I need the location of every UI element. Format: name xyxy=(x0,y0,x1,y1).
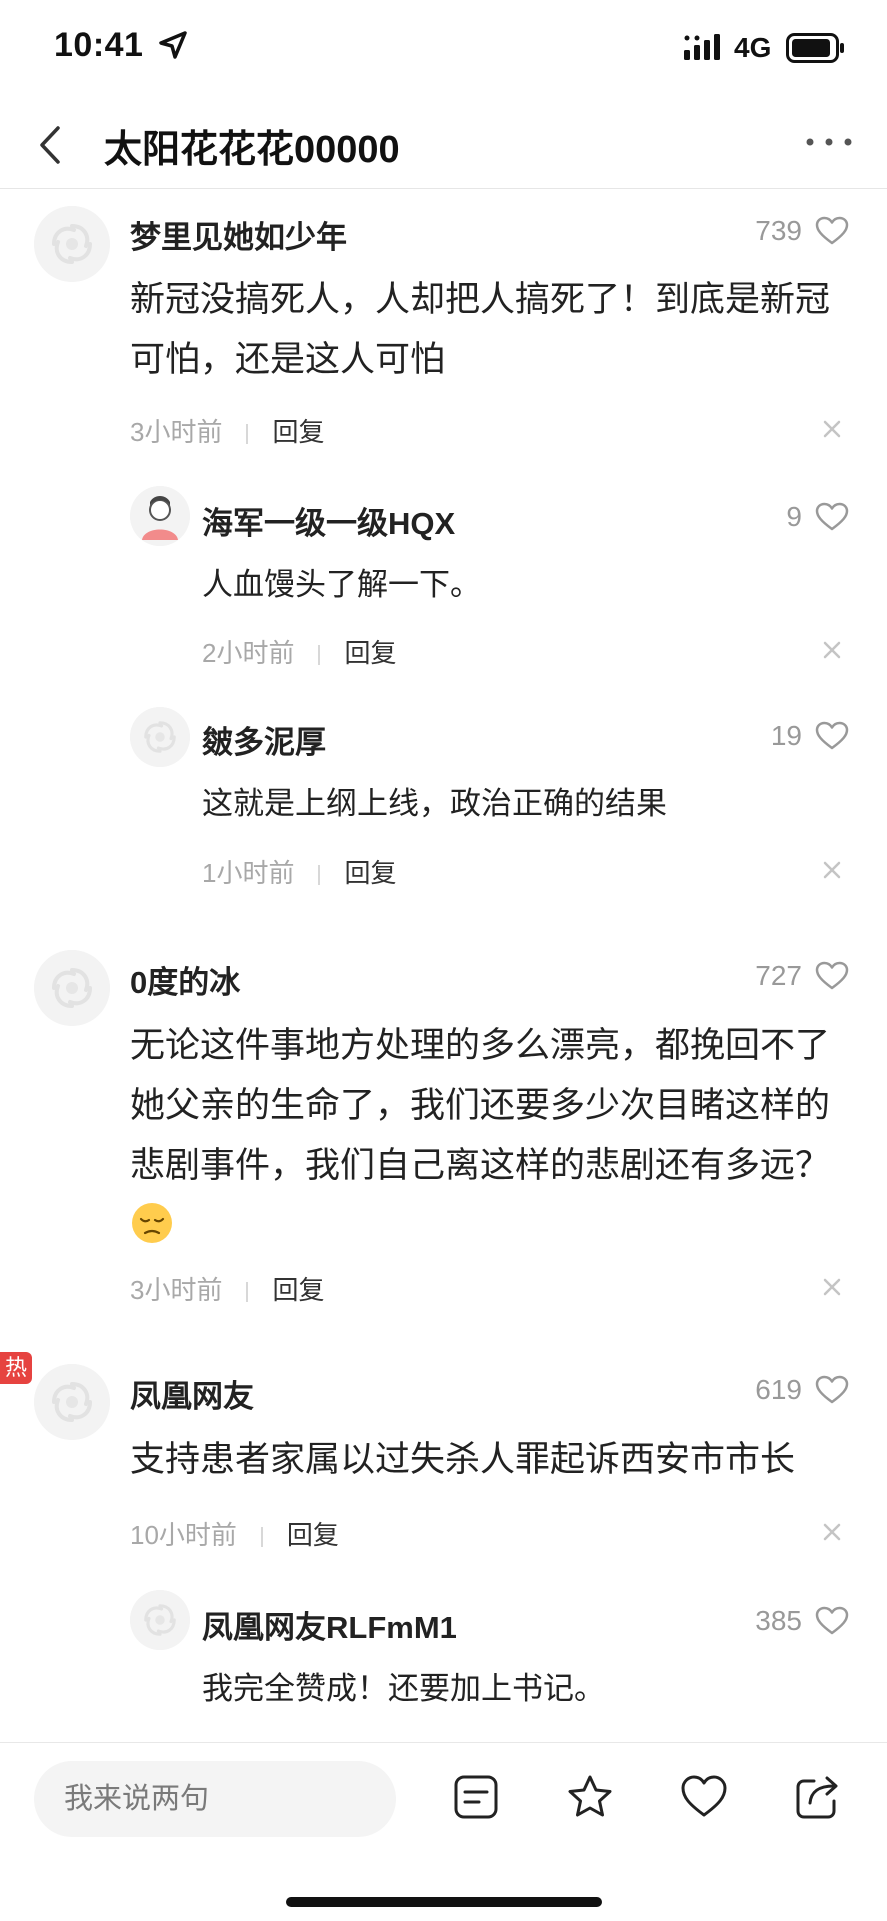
like-heart-icon[interactable] xyxy=(815,1375,849,1405)
network-type: 4G xyxy=(734,32,772,63)
comment-time: 3小时前 xyxy=(130,1275,223,1305)
like-heart-icon[interactable] xyxy=(815,216,849,246)
reply-username[interactable]: 皴多泥厚 xyxy=(202,717,326,762)
like-count: 619 xyxy=(755,1374,802,1405)
reply-button[interactable]: 回复 xyxy=(287,1520,339,1550)
comment-text-body: 无论这件事地方处理的多么漂亮，都挽回不了她父亲的生命了，我们还要多少次目睹这样的… xyxy=(130,1026,831,1185)
more-options-icon[interactable] xyxy=(804,136,854,148)
pensive-face-emoji xyxy=(132,1203,172,1243)
home-indicator xyxy=(286,1897,602,1907)
dismiss-icon[interactable] xyxy=(822,860,842,880)
avatar[interactable] xyxy=(34,1364,110,1440)
dismiss-icon[interactable] xyxy=(822,419,842,439)
bottom-action-bar: 我来说两句 xyxy=(0,1742,887,1921)
nav-bar: 太阳花花花00000 xyxy=(0,100,887,189)
reply-meta: 1小时前 回复 xyxy=(202,853,396,890)
reply-time: 2小时前 xyxy=(202,638,295,668)
back-icon[interactable] xyxy=(30,120,70,170)
like-heart-icon[interactable] xyxy=(815,721,849,751)
reply-button[interactable]: 回复 xyxy=(272,1275,324,1305)
avatar[interactable] xyxy=(34,950,110,1026)
reply-text: 人血馒头了解一下。 xyxy=(202,567,481,602)
comment-meta: 10小时前 回复 xyxy=(130,1515,339,1552)
divider xyxy=(246,424,249,445)
cellular-signal-icon xyxy=(684,34,720,60)
like-count: 727 xyxy=(755,960,802,991)
avatar[interactable] xyxy=(34,206,110,282)
like-count: 385 xyxy=(755,1605,802,1636)
comment-list-icon[interactable] xyxy=(452,1773,500,1821)
reply-text: 我完全赞成！还要加上书记。 xyxy=(202,1671,605,1706)
dismiss-icon[interactable] xyxy=(822,1522,842,1542)
like-heart-icon[interactable] xyxy=(815,502,849,532)
comment-username[interactable]: 0度的冰 xyxy=(130,957,240,1002)
avatar[interactable] xyxy=(130,707,190,767)
share-icon[interactable] xyxy=(794,1773,842,1821)
comment-text: 新冠没搞死人，人却把人搞死了！到底是新冠可怕，还是这人可怕 xyxy=(130,280,831,379)
reply-button[interactable]: 回复 xyxy=(344,858,396,888)
comment-meta: 3小时前 回复 xyxy=(130,412,324,449)
like-heart-icon[interactable] xyxy=(815,961,849,991)
avatar[interactable] xyxy=(130,486,190,546)
comment-username[interactable]: 梦里见她如少年 xyxy=(130,212,347,257)
status-time: 10:41 xyxy=(54,26,144,64)
heart-icon[interactable] xyxy=(680,1773,728,1821)
reply-username[interactable]: 海军一级一级HQX xyxy=(202,498,455,543)
like-count: 739 xyxy=(755,215,802,246)
page-title: 太阳花花花00000 xyxy=(104,129,400,171)
reply-button[interactable]: 回复 xyxy=(272,417,324,447)
battery-icon xyxy=(786,33,844,63)
comment-text: 无论这件事地方处理的多么漂亮，都挽回不了她父亲的生命了，我们还要多少次目睹这样的… xyxy=(130,1016,855,1256)
reply-button[interactable]: 回复 xyxy=(344,638,396,668)
comment-meta: 3小时前 回复 xyxy=(130,1270,324,1307)
location-arrow-icon xyxy=(159,31,187,59)
divider xyxy=(318,865,321,886)
reply-time: 1小时前 xyxy=(202,858,295,888)
hot-badge: 热 xyxy=(0,1352,32,1384)
divider xyxy=(318,645,321,666)
comment-time: 3小时前 xyxy=(130,417,223,447)
dismiss-icon[interactable] xyxy=(822,1277,842,1297)
dismiss-icon[interactable] xyxy=(822,640,842,660)
reply-text: 这就是上纲上线，政治正确的结果 xyxy=(202,786,667,821)
comment-input[interactable]: 我来说两句 xyxy=(34,1761,396,1837)
status-bar: 10:41 4G xyxy=(0,0,887,100)
reply-meta: 2小时前 回复 xyxy=(202,633,396,670)
divider xyxy=(246,1282,249,1303)
comment-text: 支持患者家属以过失杀人罪起诉西安市市长 xyxy=(130,1440,796,1479)
avatar[interactable] xyxy=(130,1590,190,1650)
comment-username[interactable]: 凤凰网友 xyxy=(130,1371,254,1416)
reply-username[interactable]: 凤凰网友RLFmM1 xyxy=(202,1602,457,1647)
like-count: 19 xyxy=(770,720,802,751)
like-count: 9 xyxy=(786,501,802,532)
divider xyxy=(260,1527,263,1548)
star-icon[interactable] xyxy=(566,1773,614,1821)
like-heart-icon[interactable] xyxy=(815,1606,849,1636)
comment-time: 10小时前 xyxy=(130,1520,237,1550)
